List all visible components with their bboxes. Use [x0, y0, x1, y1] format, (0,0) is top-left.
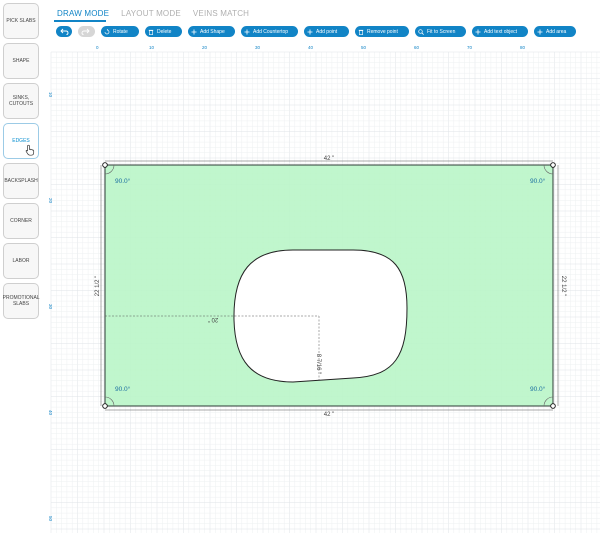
rotate-button[interactable]: Rotate — [101, 26, 139, 37]
sidebar-item-label: SHAPE — [12, 58, 30, 64]
fit-to-screen-label: Fit to Screen — [427, 28, 456, 35]
ruler-tick-label: 40 — [308, 45, 314, 50]
bottom-dimension-label: 42 " — [324, 412, 334, 418]
plus-icon — [244, 29, 250, 34]
remove-point-label: Remove point — [367, 28, 398, 35]
ruler-tick-label: 30 — [255, 45, 261, 50]
redo-button[interactable] — [78, 26, 95, 37]
sidebar-item-labor[interactable]: LABOR — [3, 243, 39, 279]
sidebar-item-label: LABOR — [12, 258, 30, 264]
add-area-button[interactable]: Add area — [534, 26, 576, 37]
rotate-icon — [104, 28, 110, 34]
corner-angle-label: 90.0° — [115, 177, 131, 185]
magnifier-icon — [418, 28, 424, 35]
sidebar-item-shape[interactable]: SHAPE — [3, 43, 39, 79]
top-dimension-label: 42 " — [324, 156, 334, 162]
sidebar-item-corner[interactable]: CORNER — [3, 203, 39, 239]
cutout-vertical-label: 8 7/16 " — [315, 354, 321, 374]
ruler-tick-label: 50 — [361, 45, 367, 50]
sidebar-item-label: BACKSPLASH — [4, 178, 38, 184]
add-countertop-button[interactable]: Add Countertop — [241, 26, 298, 37]
ruler-tick-label: 60 — [414, 45, 420, 50]
plus-icon — [307, 29, 313, 34]
ruler-tick-label: 10 — [149, 45, 155, 50]
corner-angle-label: 90.0° — [530, 385, 546, 393]
ruler-tick-label: 80 — [520, 45, 526, 50]
toolbar: Rotate Delete Add Shape Add Countertop A… — [56, 26, 600, 38]
sidebar-item-label: PROMOTIONAL SLABS — [2, 295, 40, 307]
ruler-tick-label: 20 — [202, 45, 208, 50]
ruler-tick-label: 20 — [48, 198, 53, 204]
add-point-button[interactable]: Add point — [304, 26, 349, 37]
add-point-label: Add point — [316, 28, 338, 35]
sidebar-item-promotional-slabs[interactable]: PROMOTIONAL SLABS — [2, 283, 40, 319]
remove-point-button[interactable]: Remove point — [355, 26, 409, 37]
sidebar: PICK SLABS SHAPE SINKS, CUTOUTS EDGES BA… — [0, 0, 43, 533]
right-dimension-label: 22 1/2 " — [560, 276, 566, 296]
plus-icon — [475, 29, 481, 34]
sidebar-item-label: SINKS, CUTOUTS — [8, 95, 34, 107]
trash-icon — [148, 29, 154, 35]
plus-icon — [537, 29, 543, 34]
corner-angle-label: 90.0° — [530, 177, 546, 185]
ruler-tick-label: 70 — [467, 45, 473, 50]
trash-icon — [358, 29, 364, 35]
add-text-object-label: Add text object — [484, 28, 518, 35]
hand-cursor-icon — [25, 144, 35, 156]
sidebar-item-label: PICK SLABS — [6, 18, 36, 24]
sidebar-item-pick-slabs[interactable]: PICK SLABS — [3, 3, 39, 39]
sidebar-item-sinks-cutouts[interactable]: SINKS, CUTOUTS — [3, 83, 39, 119]
sidebar-item-label: CORNER — [10, 218, 32, 224]
ruler-tick-label: 30 — [48, 304, 53, 310]
plus-icon — [191, 29, 197, 34]
cutout-horizontal-label: 20 " — [208, 316, 218, 322]
add-shape-button[interactable]: Add Shape — [188, 26, 235, 37]
sidebar-item-edges[interactable]: EDGES — [3, 123, 39, 159]
active-tab-indicator — [54, 20, 106, 22]
tab-layout-mode[interactable]: LAYOUT MODE — [121, 9, 181, 21]
corner-point[interactable] — [550, 162, 556, 168]
ruler-left: 10 20 30 40 50 — [48, 92, 53, 522]
left-dimension-label: 22 1/2 " — [95, 276, 101, 296]
ruler-tick-label: 50 — [48, 516, 53, 522]
fit-to-screen-button[interactable]: Fit to Screen — [415, 26, 466, 37]
tab-veins-match[interactable]: VEINS MATCH — [193, 9, 249, 21]
delete-button[interactable]: Delete — [145, 26, 182, 37]
drawing-canvas[interactable]: 0 10 20 30 40 50 60 70 80 10 20 30 40 50 — [43, 40, 600, 533]
ruler-tick-label: 10 — [48, 92, 53, 98]
sidebar-item-backsplash[interactable]: BACKSPLASH — [3, 163, 39, 199]
delete-label: Delete — [157, 28, 172, 35]
corner-point[interactable] — [102, 403, 108, 409]
ruler-top: 0 10 20 30 40 50 60 70 80 — [96, 45, 526, 50]
canvas-svg[interactable]: 0 10 20 30 40 50 60 70 80 10 20 30 40 50 42 … — [43, 40, 600, 533]
corner-angle-label: 90.0° — [115, 385, 131, 393]
add-countertop-label: Add Countertop — [253, 28, 289, 35]
add-area-label: Add area — [546, 28, 567, 35]
add-shape-label: Add Shape — [200, 28, 225, 35]
rotate-label: Rotate — [113, 28, 128, 35]
undo-icon — [59, 28, 68, 35]
corner-point[interactable] — [550, 403, 556, 409]
countertop[interactable] — [102, 162, 556, 409]
redo-icon — [81, 28, 90, 35]
ruler-tick-label: 0 — [96, 45, 99, 50]
ruler-tick-label: 40 — [48, 410, 53, 416]
undo-button[interactable] — [56, 26, 72, 37]
add-text-object-button[interactable]: Add text object — [472, 26, 528, 37]
corner-point[interactable] — [102, 162, 108, 168]
